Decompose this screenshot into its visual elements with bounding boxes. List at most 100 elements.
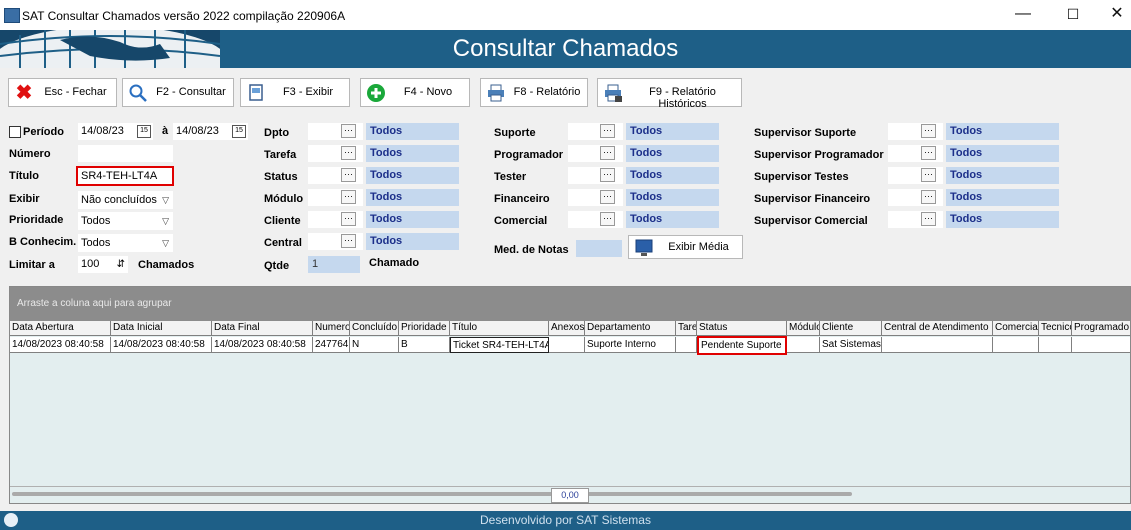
cell-tarefa[interactable]	[676, 337, 697, 353]
cell-numero[interactable]: 247764	[313, 337, 350, 353]
prioridade-label: Prioridade	[9, 214, 64, 226]
column-header[interactable]: Programado	[1072, 321, 1130, 336]
dpto-lookup-button[interactable]: ···	[341, 124, 356, 138]
financeiro-lookup-button[interactable]: ···	[600, 190, 615, 204]
sup-programador-lookup-button[interactable]: ···	[921, 146, 936, 160]
column-header[interactable]: Departamento	[585, 321, 676, 336]
titulo-input[interactable]: SR4-TEH-LT4A	[76, 166, 174, 186]
cell-data-inicial[interactable]: 14/08/2023 08:40:58	[111, 337, 212, 353]
column-header[interactable]: Prioridade	[399, 321, 450, 336]
limitar-label: Limitar a	[9, 259, 55, 271]
column-header[interactable]: Data Abertura	[10, 321, 111, 336]
cell-status[interactable]: Pendente Suporte	[697, 336, 787, 355]
exibir-button[interactable]: F3 - Exibir	[240, 78, 350, 107]
status-value: Todos	[366, 167, 459, 184]
column-header[interactable]: Título	[450, 321, 549, 336]
fechar-button[interactable]: ✖ Esc - Fechar	[8, 78, 117, 107]
column-header[interactable]: Cliente	[820, 321, 882, 336]
programador-lookup-button[interactable]: ···	[600, 146, 615, 160]
cell-programador[interactable]	[1072, 337, 1130, 353]
printer-history-icon	[603, 83, 623, 103]
modulo-lookup-button[interactable]: ···	[341, 190, 356, 204]
numero-input[interactable]	[78, 145, 173, 162]
programador-value: Todos	[626, 145, 719, 162]
column-header[interactable]: Anexos	[549, 321, 585, 336]
qtde-value: 1	[308, 256, 360, 273]
close-button[interactable]: ✕	[1100, 4, 1131, 24]
page-title: Consultar Chamados	[452, 35, 679, 62]
column-header[interactable]: Central de Atendimento	[882, 321, 993, 336]
relatorio-button[interactable]: F8 - Relatório	[480, 78, 588, 107]
cell-central[interactable]	[882, 337, 993, 353]
column-header[interactable]: Tecnico	[1039, 321, 1072, 336]
column-header[interactable]: Concluído	[350, 321, 399, 336]
modulo-value: Todos	[366, 189, 459, 206]
column-header[interactable]: Data Final	[212, 321, 313, 336]
tarefa-lookup-button[interactable]: ···	[341, 146, 356, 160]
periodo-checkbox[interactable]	[9, 126, 21, 138]
search-icon	[128, 83, 148, 103]
cell-cliente[interactable]: Sat Sistemas	[820, 337, 882, 353]
cell-prioridade[interactable]: B	[399, 337, 450, 353]
dpto-label: Dpto	[264, 127, 290, 139]
cliente-value: Todos	[366, 211, 459, 228]
sup-testes-value: Todos	[946, 167, 1059, 184]
sup-testes-lookup-button[interactable]: ···	[921, 168, 936, 182]
column-header[interactable]: Comercial	[993, 321, 1039, 336]
status-bar: Desenvolvido por SAT Sistemas	[0, 511, 1131, 530]
sup-comercial-lookup-button[interactable]: ···	[921, 212, 936, 226]
bconhecim-select[interactable]: Todos ▽	[78, 234, 173, 252]
limitar-input[interactable]: 100 ⇵	[78, 256, 128, 273]
column-header[interactable]: Numero	[313, 321, 350, 336]
spin-arrows-icon[interactable]: ⇵	[117, 256, 125, 273]
comercial-lookup-button[interactable]: ···	[600, 212, 615, 226]
suporte-value: Todos	[626, 123, 719, 140]
qtde-label: Qtde	[264, 260, 290, 272]
prioridade-select[interactable]: Todos ▽	[78, 212, 173, 230]
maximize-button[interactable]: ☐	[1056, 4, 1090, 24]
calendar-icon[interactable]: 15	[232, 125, 246, 138]
cell-comercial[interactable]	[993, 337, 1039, 353]
cliente-lookup-button[interactable]: ···	[341, 212, 356, 226]
suporte-lookup-button[interactable]: ···	[600, 124, 615, 138]
tester-lookup-button[interactable]: ···	[600, 168, 615, 182]
column-header[interactable]: Módulo	[787, 321, 820, 336]
sup-programador-value: Todos	[946, 145, 1059, 162]
column-header[interactable]: Data Inicial	[111, 321, 212, 336]
cell-modulo[interactable]	[787, 337, 820, 353]
comercial-value: Todos	[626, 211, 719, 228]
cell-departamento[interactable]: Suporte Interno	[585, 337, 676, 353]
periodo-label: Período	[23, 126, 64, 138]
central-lookup-button[interactable]: ···	[341, 234, 356, 248]
calendar-icon[interactable]: 15	[137, 125, 151, 138]
document-view-icon	[246, 83, 266, 103]
exibir-label: Exibir	[9, 193, 40, 205]
cell-tecnico[interactable]	[1039, 337, 1072, 353]
exibir-media-button[interactable]: Exibir Média	[628, 235, 743, 259]
group-by-panel[interactable]: Arraste a coluna aqui para agrupar	[10, 287, 1130, 321]
cell-data-final[interactable]: 14/08/2023 08:40:58	[212, 337, 313, 353]
window-titlebar: SAT Consultar Chamados versão 2022 compi…	[0, 0, 1131, 30]
consultar-button[interactable]: F2 - Consultar	[122, 78, 234, 107]
periodo-end-date[interactable]: 14/08/23 15	[173, 123, 248, 140]
status-lookup-button[interactable]: ···	[341, 168, 356, 182]
column-header[interactable]: Tarefa	[676, 321, 697, 336]
cell-titulo[interactable]: Ticket SR4-TEH-LT4A	[450, 337, 549, 353]
status-label: Status	[264, 171, 298, 183]
sup-suporte-lookup-button[interactable]: ···	[921, 124, 936, 138]
novo-button[interactable]: F4 - Novo	[360, 78, 470, 107]
financeiro-value: Todos	[626, 189, 719, 206]
periodo-start-date[interactable]: 14/08/23 15	[78, 123, 153, 140]
cell-anexos[interactable]	[549, 337, 585, 353]
exibir-select[interactable]: Não concluídos ▽	[78, 191, 173, 209]
horizontal-scrollbar[interactable]	[12, 492, 852, 496]
minimize-button[interactable]: —	[1006, 4, 1040, 24]
cell-data-abertura[interactable]: 14/08/2023 08:40:58	[10, 337, 111, 353]
relatorio-historicos-button[interactable]: F9 - Relatório Históricos	[597, 78, 742, 110]
add-icon	[366, 83, 386, 103]
cell-concluido[interactable]: N	[350, 337, 399, 353]
bconhecim-label: B Conhecim.	[9, 236, 77, 248]
column-header[interactable]: Status	[697, 321, 787, 336]
tester-label: Tester	[494, 171, 527, 183]
sup-financeiro-lookup-button[interactable]: ···	[921, 190, 936, 204]
